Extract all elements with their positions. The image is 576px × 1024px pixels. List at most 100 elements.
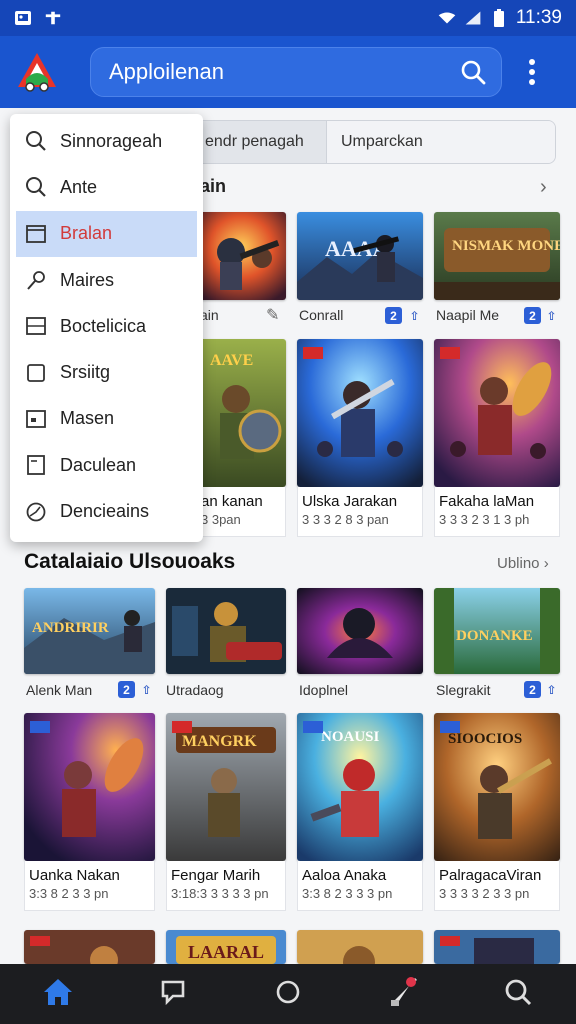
tag-icon[interactable]: 2 [118,681,135,698]
tile-name: Uanka Nakan [29,867,120,884]
nav-home[interactable] [28,964,88,1024]
nav-search[interactable] [488,964,548,1024]
game-tile[interactable] [24,713,155,861]
game-tile[interactable]: ANDRIRIR [24,588,155,674]
status-bar: 11:39 [0,0,576,36]
chevron-right-icon[interactable]: › [540,176,547,199]
game-tile[interactable]: AAVE [196,339,286,487]
share-icon[interactable]: ⇧ [138,681,155,698]
game-tile[interactable]: MANGRK [166,713,286,861]
menu-item-label: Ante [60,176,98,197]
section-title: Catalaiaio Ulsouoaks [24,550,236,573]
menu-item[interactable]: Sinnorageah [10,118,203,164]
status-time: 11:39 [515,7,562,28]
tag-icon[interactable]: 2 [385,307,402,324]
nav-circle[interactable] [258,964,318,1024]
filter-tab-1[interactable]: endr penagah [191,121,327,163]
tile-meta: 3:18:3 3 3 3 3 pn [171,886,269,901]
signal-icon [464,9,482,27]
tile-title: AAVE [210,352,253,369]
menu-item-label: Masen [60,408,115,429]
search-icon [503,977,533,1012]
share-icon[interactable]: ⇧ [406,307,423,324]
pin-icon [24,268,48,292]
menu-item[interactable]: Boctelicica [10,303,203,349]
app-bar: Apploilenan [0,36,576,108]
app-search-bar[interactable]: Apploilenan [90,47,502,97]
game-tile[interactable]: NISMAK MONES [434,212,560,300]
tile-caption: Alenk Man [26,682,93,698]
filter-tab-2[interactable]: Umparckan [327,121,555,163]
menu-item-label: Maires [60,269,115,290]
rocket-icon [385,974,421,1015]
game-tile[interactable]: DONANKE [434,588,560,674]
menu-item[interactable]: Srsiitg [10,349,203,395]
circle-icon [274,978,302,1011]
tile-title: NOAUSI [321,729,380,745]
menu-item[interactable]: Masen [10,396,203,442]
game-tile[interactable] [24,930,155,964]
app-logo[interactable] [14,49,60,95]
tile-title: LAARAL [188,942,264,962]
tile-title: DONANKE [456,628,533,644]
tile-caption-box: Ulska Jarakan 3 3 3 2 8 3 pan [297,487,423,537]
tile-name: Fengar Marih [171,867,261,884]
menu-item-label: Srsiitg [60,362,111,383]
search-icon[interactable] [459,58,487,86]
image-icon [14,9,32,27]
menu-item-label: Sinnorageah [60,130,163,151]
tile-meta: 3 3 3 3 2 3 3 pn [439,886,530,901]
search-icon [24,175,48,199]
tile-name: PalragacaViran [439,867,542,884]
battery-icon [490,9,508,27]
tile-caption-box: Fakaha laMan 3 3 3 2 3 1 3 ph [434,487,560,537]
game-tile[interactable]: AAAA [297,212,423,300]
game-tile[interactable]: LAARAL [166,930,286,964]
menu-item[interactable]: Maires [10,257,203,303]
tile-meta: 3:3 8 2 3 3 pn [29,886,109,901]
game-tile[interactable]: NOAUSI [297,713,423,861]
more-menu-icon[interactable] [520,52,544,92]
search-icon [24,129,48,153]
game-tile[interactable] [434,339,560,487]
game-tile[interactable] [297,588,423,674]
app-title: Apploilenan [109,59,224,84]
menu-item-label: Daculean [60,454,137,475]
tag-icon[interactable]: 2 [524,681,541,698]
tile-title: MANGRK [182,733,257,750]
edit-icon[interactable]: ✎ [266,305,279,325]
game-tile[interactable]: SIOOCIOS [434,713,560,861]
tile-caption: Naapil Me [436,307,500,323]
menu-item-selected[interactable]: Bralan [16,210,197,257]
tile-title: SIOOCIOS [448,731,522,747]
chat-icon [159,978,187,1011]
share-icon[interactable]: ⇧ [543,681,560,698]
see-more-link[interactable]: Ublino › [497,555,549,572]
tile-title: ANDRIRIR [32,620,109,636]
dropdown-menu: Sinnorageah Ante Bralan Maires Boctelici… [10,114,203,542]
tile-caption-box: PalragacaViran 3 3 3 3 2 3 3 pn [434,861,560,911]
share-icon[interactable]: ⇧ [543,307,560,324]
tile-caption-box: Aaloa Anaka 3:3 8 2 3 3 3 pn [297,861,423,911]
game-tile[interactable] [196,212,286,300]
menu-item[interactable]: Dencieains [10,488,203,534]
menu-item[interactable]: Daculean [10,442,203,488]
game-tile[interactable] [434,930,560,964]
wifi-icon [438,9,456,27]
nav-rocket[interactable] [373,964,433,1024]
section-heading: ain [200,176,227,196]
tile-name: Fakaha laMan [439,493,535,510]
game-tile[interactable] [297,930,423,964]
menu-item[interactable]: Ante [10,164,203,210]
game-tile[interactable] [166,588,286,674]
tile-meta: 3 3pan [201,512,241,527]
tile-meta: 3 3 3 2 3 1 3 ph [439,512,530,527]
tag-icon[interactable]: 2 [524,307,541,324]
nav-chat[interactable] [143,964,203,1024]
image-icon [24,407,48,431]
square-icon [24,361,48,385]
game-tile[interactable] [297,339,423,487]
tile-caption-box: Uanka Nakan 3:3 8 2 3 3 pn [24,861,155,911]
tile-name: Ulska Jarakan [302,493,398,510]
home-icon [42,977,74,1012]
